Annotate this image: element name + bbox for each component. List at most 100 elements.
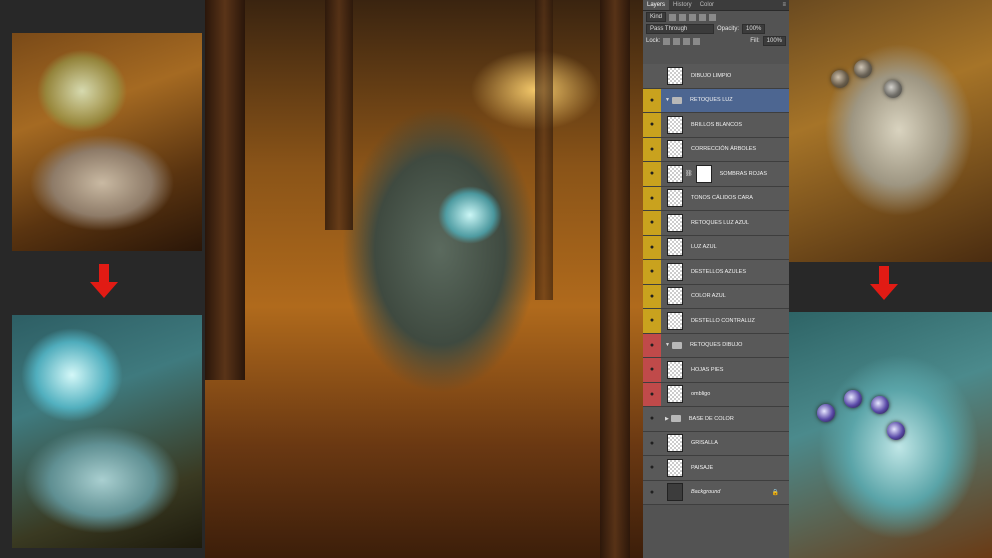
- tab-layers[interactable]: Layers: [643, 0, 670, 10]
- eye-visibility-icon[interactable]: ●: [643, 456, 661, 480]
- eye-visibility-icon[interactable]: ●: [643, 284, 661, 308]
- layer-name: Background: [691, 489, 721, 496]
- layer-row[interactable]: ● CORRECCIÓN ÁRBOLES: [643, 137, 789, 162]
- down-arrow-icon: [90, 264, 118, 298]
- eye-visibility-icon[interactable]: ●: [643, 432, 661, 456]
- layer-row[interactable]: ● GRISALLA: [643, 431, 789, 456]
- folder-icon: [671, 96, 682, 104]
- layer-row[interactable]: ● TONOS CÁLIDOS CARA: [643, 186, 789, 211]
- layer-thumbnail: [667, 483, 683, 502]
- lock-image-icon[interactable]: [673, 37, 681, 45]
- layer-row[interactable]: ● DESTELLO CONTRALUZ: [643, 309, 789, 334]
- fill-input[interactable]: 100%: [762, 36, 786, 46]
- tab-color[interactable]: Color: [696, 0, 718, 10]
- layer-name: SOMBRAS ROJAS: [719, 170, 767, 177]
- blend-mode-select[interactable]: Pass Through: [646, 24, 714, 34]
- layer-row[interactable]: ● ombligo: [643, 382, 789, 407]
- eye-visibility-icon[interactable]: ●: [643, 113, 661, 137]
- lock-position-icon[interactable]: [683, 37, 691, 45]
- layer-name: PAISAJE: [691, 464, 714, 471]
- creature-eye: [817, 404, 835, 422]
- layer-name: LUZ AZUL: [691, 244, 717, 251]
- layer-thumbnail: [667, 458, 683, 477]
- creature-eye: [871, 396, 889, 414]
- creature-eye: [844, 390, 862, 408]
- fill-label: Fill:: [750, 38, 760, 44]
- layer-row[interactable]: ● DESTELLOS AZULES: [643, 260, 789, 285]
- layer-thumbnail: [667, 66, 683, 85]
- layer-thumbnail: [667, 287, 683, 306]
- layer-row[interactable]: DIBUJO LIMPIO: [643, 64, 789, 89]
- eye-visibility-icon[interactable]: ●: [643, 309, 661, 333]
- eye-visibility-icon[interactable]: ●: [643, 407, 661, 431]
- folder-icon: [670, 415, 681, 423]
- eye-visibility-icon[interactable]: ●: [643, 260, 661, 284]
- eye-visibility-icon[interactable]: ●: [643, 88, 661, 112]
- tab-history[interactable]: History: [669, 0, 696, 10]
- layer-row[interactable]: ● PAISAJE: [643, 456, 789, 481]
- expanded-triangle-icon[interactable]: ▼: [665, 97, 670, 103]
- collapsed-triangle-icon[interactable]: ▶: [665, 416, 669, 422]
- after-face-closeup: [789, 312, 992, 558]
- lock-row: Lock: Fill: 100%: [643, 35, 789, 47]
- before-face-closeup: [789, 0, 992, 262]
- layer-thumbnail: [667, 360, 683, 379]
- layer-thumbnail: [667, 189, 683, 208]
- layer-row[interactable]: ● Background 🔒: [643, 480, 789, 505]
- layer-row[interactable]: ● LUZ AZUL: [643, 235, 789, 260]
- eye-visibility-icon[interactable]: ●: [643, 186, 661, 210]
- eye-visibility-icon[interactable]: ●: [643, 333, 661, 357]
- eye-visibility-icon[interactable]: ●: [643, 481, 661, 505]
- layer-thumbnail: [667, 164, 683, 183]
- layer-row[interactable]: ● RETOQUES LUZ AZUL: [643, 211, 789, 236]
- layer-name: DESTELLO CONTRALUZ: [691, 317, 755, 324]
- kind-filter-select[interactable]: Kind: [646, 12, 667, 22]
- pixel-filter-icon[interactable]: [669, 13, 677, 21]
- adjustment-filter-icon[interactable]: [679, 13, 687, 21]
- layer-name: TONOS CÁLIDOS CARA: [691, 195, 753, 202]
- layer-name: RETOQUES LUZ: [689, 97, 733, 104]
- layer-name: DESTELLOS AZULES: [691, 268, 747, 275]
- layer-row[interactable]: ● BRILLOS BLANCOS: [643, 113, 789, 138]
- lock-label: Lock:: [646, 38, 661, 44]
- layer-thumbnail: [667, 385, 683, 404]
- eye-visibility-icon[interactable]: ●: [643, 235, 661, 259]
- layer-row[interactable]: ● ⛓ SOMBRAS ROJAS: [643, 162, 789, 187]
- eye-visibility-icon[interactable]: ●: [643, 162, 661, 186]
- eye-visibility-icon[interactable]: ●: [643, 382, 661, 406]
- creature-eye: [854, 60, 872, 78]
- layer-row[interactable]: ● HOJAS PIES: [643, 358, 789, 383]
- expanded-triangle-icon[interactable]: ▼: [665, 342, 670, 348]
- layer-list: DIBUJO LIMPIO ● ▼ RETOQUES LUZ ● BRILLOS BLAN…: [643, 64, 789, 505]
- lock-icon: 🔒: [771, 489, 779, 496]
- down-arrow-icon: [870, 266, 898, 300]
- eye-visibility-icon[interactable]: [643, 64, 661, 88]
- layer-thumbnail: [667, 115, 683, 134]
- lock-transparent-icon[interactable]: [663, 37, 671, 45]
- layer-thumbnail: [667, 434, 683, 453]
- eye-visibility-icon[interactable]: ●: [643, 358, 661, 382]
- layer-row[interactable]: ● ▼ RETOQUES LUZ: [643, 88, 789, 113]
- layer-name: COLOR AZUL: [691, 293, 726, 300]
- layer-mask-thumbnail[interactable]: [695, 164, 712, 183]
- type-filter-icon[interactable]: [689, 13, 697, 21]
- layers-panel: Layers History Color ≡ Kind Pass Through…: [643, 0, 789, 558]
- opacity-input[interactable]: 100%: [742, 24, 766, 34]
- eye-visibility-icon[interactable]: ●: [643, 211, 661, 235]
- layer-name: BRILLOS BLANCOS: [691, 121, 743, 128]
- layer-row[interactable]: ● ▼ RETOQUES DIBUJO: [643, 333, 789, 358]
- layer-name: DIBUJO LIMPIO: [691, 72, 732, 79]
- layer-row[interactable]: ● ▶ BASE DE COLOR: [643, 407, 789, 432]
- panel-tabs: Layers History Color ≡: [643, 0, 789, 11]
- opacity-label: Opacity:: [717, 26, 740, 32]
- layer-name: RETOQUES DIBUJO: [689, 342, 743, 349]
- lock-all-icon[interactable]: [693, 37, 701, 45]
- blend-row: Pass Through Opacity: 100%: [643, 23, 789, 35]
- layer-row[interactable]: ● COLOR AZUL: [643, 284, 789, 309]
- layer-name: RETOQUES LUZ AZUL: [691, 219, 749, 226]
- link-chain-icon[interactable]: ⛓: [685, 170, 693, 177]
- layer-name: BASE DE COLOR: [688, 415, 734, 422]
- smart-object-filter-icon[interactable]: [709, 13, 717, 21]
- eye-visibility-icon[interactable]: ●: [643, 137, 661, 161]
- shape-filter-icon[interactable]: [699, 13, 707, 21]
